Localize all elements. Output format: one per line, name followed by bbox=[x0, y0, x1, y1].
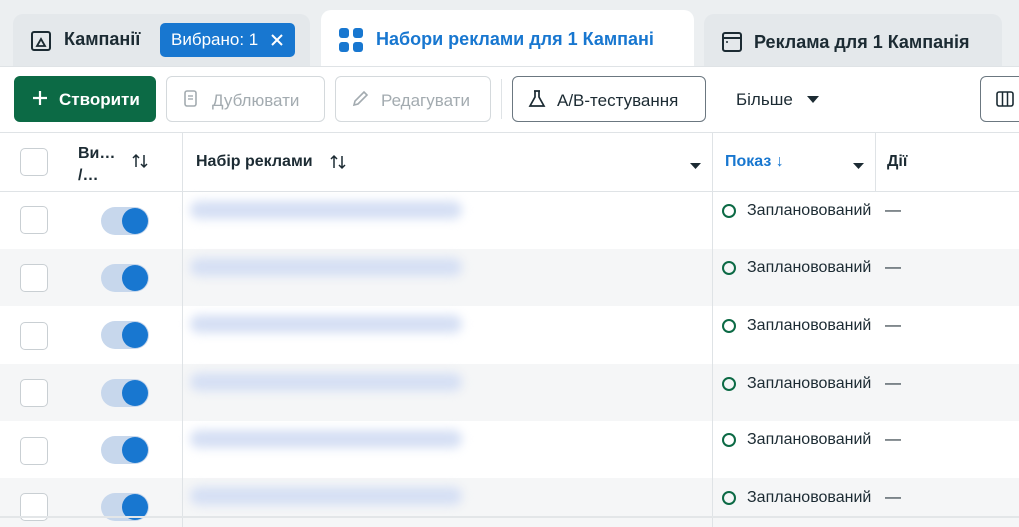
row-toggle[interactable] bbox=[101, 436, 149, 464]
tab-campaigns-label: Кампанії bbox=[64, 29, 141, 49]
column-divider bbox=[712, 133, 713, 191]
create-button[interactable]: Створити bbox=[14, 76, 156, 122]
tab-adsets-label: Набори реклами для 1 Кампані bbox=[376, 29, 654, 49]
status-dot-icon bbox=[722, 204, 736, 218]
row-toggle[interactable] bbox=[101, 264, 149, 292]
columns-icon bbox=[995, 89, 1015, 109]
caret-down-icon bbox=[806, 93, 820, 105]
header-delivery[interactable]: Показ ↓ bbox=[725, 153, 784, 171]
row-status: Заплановований bbox=[747, 317, 872, 334]
columns-button[interactable] bbox=[980, 76, 1019, 122]
table-row[interactable]: Заплановований — bbox=[0, 192, 1019, 249]
row-actions: — bbox=[885, 259, 901, 276]
sort-icon[interactable] bbox=[328, 152, 348, 177]
row-status: Заплановований bbox=[747, 375, 872, 392]
create-button-label: Створити bbox=[59, 90, 140, 109]
column-divider bbox=[182, 133, 183, 191]
table-row[interactable]: Заплановований — bbox=[0, 364, 1019, 421]
row-status: Заплановований bbox=[747, 259, 872, 276]
edit-button-label: Редагувати bbox=[381, 91, 470, 110]
ad-window-icon bbox=[721, 31, 743, 53]
caret-down-icon[interactable] bbox=[690, 157, 701, 175]
toggle-knob bbox=[122, 265, 148, 291]
duplicate-button-label: Дублювати bbox=[212, 91, 300, 110]
row-status: Заплановований bbox=[747, 202, 872, 219]
row-checkbox[interactable] bbox=[20, 264, 48, 292]
header-actions[interactable]: Дії bbox=[887, 153, 907, 171]
row-checkbox[interactable] bbox=[20, 437, 48, 465]
adset-name-redacted bbox=[190, 201, 462, 219]
row-status: Заплановований bbox=[747, 489, 872, 506]
toggle-knob bbox=[122, 380, 148, 406]
tab-ads[interactable]: Реклама для 1 Кампанія bbox=[704, 14, 1002, 66]
column-divider bbox=[182, 192, 183, 527]
toggle-knob bbox=[122, 208, 148, 234]
table-header: Ви… /… Набір реклами Показ ↓ Дії bbox=[0, 132, 1019, 192]
tab-adsets[interactable]: Набори реклами для 1 Кампані bbox=[321, 10, 694, 68]
table-row[interactable]: Заплановований — bbox=[0, 421, 1019, 478]
row-actions: — bbox=[885, 489, 901, 506]
tab-campaigns[interactable]: Кампанії Вибрано: 1 bbox=[13, 14, 310, 66]
row-actions: — bbox=[885, 375, 901, 392]
duplicate-icon bbox=[181, 89, 201, 109]
row-actions: — bbox=[885, 202, 901, 219]
table-row[interactable]: Заплановований — bbox=[0, 306, 1019, 363]
selected-badge[interactable]: Вибрано: 1 bbox=[160, 23, 295, 57]
header-toggle-column[interactable]: Ви… /… bbox=[78, 143, 115, 187]
row-toggle[interactable] bbox=[101, 207, 149, 235]
status-dot-icon bbox=[722, 491, 736, 505]
selected-badge-label: Вибрано: 1 bbox=[171, 30, 259, 49]
row-checkbox[interactable] bbox=[20, 206, 48, 234]
row-actions: — bbox=[885, 431, 901, 448]
plus-icon bbox=[30, 88, 50, 108]
row-checkbox[interactable] bbox=[20, 322, 48, 350]
toolbar: Створити Дублювати Редагувати A/B-тестув… bbox=[0, 66, 1019, 132]
select-all-checkbox[interactable] bbox=[20, 148, 48, 176]
header-adset-name[interactable]: Набір реклами bbox=[196, 153, 313, 171]
pencil-icon bbox=[350, 89, 370, 109]
column-divider bbox=[712, 192, 713, 527]
header-toggle-line2: /… bbox=[78, 167, 99, 184]
adset-name-redacted bbox=[190, 373, 462, 391]
toggle-knob bbox=[122, 437, 148, 463]
ab-test-button[interactable]: A/B-тестування bbox=[512, 76, 706, 122]
toggle-knob bbox=[122, 322, 148, 348]
status-dot-icon bbox=[722, 377, 736, 391]
ab-test-button-label: A/B-тестування bbox=[557, 91, 679, 110]
adset-name-redacted bbox=[190, 258, 462, 276]
status-dot-icon bbox=[722, 319, 736, 333]
adset-name-redacted bbox=[190, 487, 462, 505]
adset-name-redacted bbox=[190, 315, 462, 333]
more-dropdown-label: Більше bbox=[736, 90, 793, 109]
more-dropdown[interactable]: Більше bbox=[722, 76, 822, 122]
row-toggle[interactable] bbox=[101, 379, 149, 407]
row-status: Заплановований bbox=[747, 431, 872, 448]
column-divider bbox=[875, 133, 876, 191]
status-dot-icon bbox=[722, 433, 736, 447]
table-row[interactable]: Заплановований — bbox=[0, 249, 1019, 306]
caret-down-icon[interactable] bbox=[853, 157, 864, 175]
header-toggle-line1: Ви… bbox=[78, 145, 116, 162]
flag-icon bbox=[30, 30, 52, 52]
sort-icon[interactable] bbox=[130, 151, 150, 176]
row-actions: — bbox=[885, 317, 901, 334]
duplicate-button[interactable]: Дублювати bbox=[166, 76, 325, 122]
grid-icon bbox=[337, 26, 365, 54]
tab-bar: Кампанії Вибрано: 1 Набори реклами для 1… bbox=[0, 0, 1019, 68]
table-row[interactable]: Заплановований — bbox=[0, 478, 1019, 527]
edit-button[interactable]: Редагувати bbox=[335, 76, 491, 122]
clear-selection-close-icon[interactable] bbox=[268, 31, 286, 49]
row-checkbox[interactable] bbox=[20, 379, 48, 407]
tab-ads-label: Реклама для 1 Кампанія bbox=[754, 32, 970, 52]
flask-icon bbox=[527, 89, 547, 109]
scroll-edge bbox=[0, 516, 1019, 518]
adset-name-redacted bbox=[190, 430, 462, 448]
row-toggle[interactable] bbox=[101, 321, 149, 349]
toolbar-divider bbox=[501, 79, 502, 119]
status-dot-icon bbox=[722, 261, 736, 275]
